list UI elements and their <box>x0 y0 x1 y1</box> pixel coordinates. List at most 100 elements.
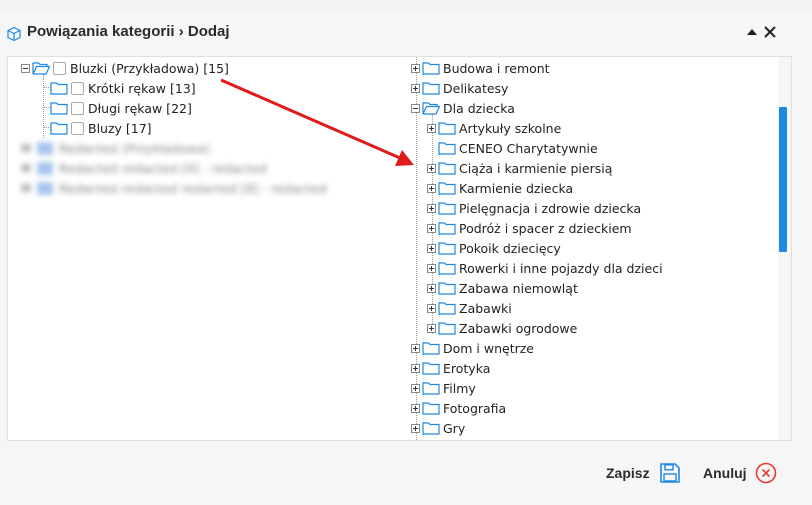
tree-node-label: Karmienie dziecka <box>459 180 574 196</box>
tree-node-child[interactable]: Zabawa niemowląt <box>427 278 578 298</box>
folder-icon <box>50 81 71 95</box>
expand-icon[interactable] <box>427 163 436 173</box>
tree-node-label: Bluzy [17] <box>88 120 152 136</box>
tree-node-label: Dom i wnętrze <box>443 340 534 356</box>
triangle-up-icon[interactable] <box>746 27 758 37</box>
expand-icon[interactable] <box>411 423 420 433</box>
tree-node-child[interactable]: Pielęgnacja i zdrowie dziecka <box>427 198 641 218</box>
tree-node-root[interactable]: Bluzki (Przykładowa) [15] <box>21 58 229 78</box>
tree-node-partial[interactable] <box>411 438 443 440</box>
category-checkbox[interactable] <box>71 81 84 95</box>
save-label: Zapisz <box>606 465 650 481</box>
folder-icon <box>422 421 443 435</box>
folder-icon <box>438 181 459 195</box>
folder-icon <box>438 301 459 315</box>
expand-icon[interactable] <box>411 363 420 373</box>
expand-icon[interactable] <box>427 183 436 193</box>
expand-icon[interactable] <box>427 283 436 293</box>
folder-icon <box>438 161 459 175</box>
tree-node-label: Delikatesy <box>443 80 509 96</box>
folder-icon <box>50 121 71 135</box>
expand-icon[interactable] <box>411 83 420 93</box>
tree-node[interactable]: Dom i wnętrze <box>411 338 534 358</box>
tree-node[interactable]: Filmy <box>411 378 476 398</box>
tree-node[interactable]: Erotyka <box>411 358 490 378</box>
tree-node-label: Artykuły szkolne <box>459 120 562 136</box>
expand-icon[interactable] <box>427 263 436 273</box>
expand-icon[interactable] <box>411 383 420 393</box>
folder-open-icon <box>422 101 443 115</box>
tree-node-label: Zabawki ogrodowe <box>459 320 578 336</box>
folder-icon <box>422 341 443 355</box>
tree-node-child[interactable]: Karmienie dziecka <box>427 178 573 198</box>
tree-node-child[interactable]: Krótki rękaw [13] <box>50 78 196 98</box>
close-icon[interactable] <box>762 24 778 40</box>
redacted-row: Redacted (Przykładowa) [8] <box>21 138 209 158</box>
tree-connector <box>43 74 44 138</box>
tree-node-label: Gry <box>443 420 466 436</box>
tree-node[interactable]: Gry <box>411 418 465 438</box>
tree-node-child[interactable]: Ciąża i karmienie piersią <box>427 158 612 178</box>
folder-icon <box>50 101 71 115</box>
expand-icon[interactable] <box>427 243 436 253</box>
expand-icon[interactable] <box>427 223 436 233</box>
expand-icon[interactable] <box>427 323 436 333</box>
tree-node-child[interactable]: Podróż i spacer z dzieckiem <box>427 218 632 238</box>
expand-icon[interactable] <box>427 123 436 133</box>
collapse-icon[interactable] <box>411 103 420 113</box>
tree-node[interactable]: Delikatesy <box>411 78 508 98</box>
category-checkbox[interactable] <box>71 121 84 135</box>
folder-icon <box>438 221 459 235</box>
tree-node-child[interactable]: Pokoik dziecięcy <box>427 238 561 258</box>
folder-icon <box>422 401 443 415</box>
tree-node-label: Zabawa niemowląt <box>459 280 578 296</box>
redacted-label: Redacted redacted [9] - redacted <box>59 160 268 176</box>
circle-x-icon <box>755 462 776 484</box>
tree-node[interactable]: Budowa i remont <box>411 58 550 78</box>
folder-icon <box>438 201 459 215</box>
folder-icon <box>422 381 443 395</box>
save-button[interactable]: Zapisz <box>606 462 681 484</box>
tree-node-child[interactable]: Zabawki <box>427 298 512 318</box>
expand-icon[interactable] <box>427 303 436 313</box>
tree-node-label: Podróż i spacer z dzieckiem <box>459 220 632 236</box>
expand-icon[interactable] <box>411 403 420 413</box>
expand-icon[interactable] <box>411 63 420 73</box>
folder-open-icon <box>32 61 53 75</box>
cancel-button[interactable]: Anuluj <box>703 462 777 484</box>
tree-node[interactable]: Fotografia <box>411 398 506 418</box>
tree-node-label: Erotyka <box>443 360 491 376</box>
expand-icon[interactable] <box>427 203 436 213</box>
tree-node-child[interactable]: Artykuły szkolne <box>427 118 561 138</box>
category-checkbox[interactable] <box>53 61 66 75</box>
folder-icon <box>422 61 443 75</box>
tree-node-child[interactable]: CENEO Charytatywnie <box>427 138 598 158</box>
scrollbar-thumb[interactable] <box>779 107 787 252</box>
redacted-label: Redacted redacted redacted [8] - redacte… <box>59 180 327 196</box>
folder-icon <box>438 141 459 155</box>
dialog-title: Powiązania kategorii › Dodaj <box>27 23 230 40</box>
tree-node-child[interactable]: Zabawki ogrodowe <box>427 318 577 338</box>
redacted-label: Redacted (Przykładowa) [8] <box>59 140 209 156</box>
tree-node-label: Pokoik dziecięcy <box>459 240 561 256</box>
tree-node-child[interactable]: Długi rękaw [22] <box>50 98 192 118</box>
tree-node-label: Filmy <box>443 380 476 396</box>
folder-icon <box>422 361 443 375</box>
redacted-row: Redacted redacted [9] - redacted <box>21 158 299 178</box>
tree-node-label: Fotografia <box>443 400 507 416</box>
category-checkbox[interactable] <box>71 101 84 115</box>
folder-icon <box>422 81 443 95</box>
tree-node-label: Bluzki (Przykładowa) [15] <box>70 60 229 76</box>
tree-node-label: Rowerki i inne pojazdy dla dzieci <box>459 260 663 276</box>
tree-node-child[interactable]: Rowerki i inne pojazdy dla dzieci <box>427 258 663 278</box>
tree-node-label: CENEO Charytatywnie <box>459 140 598 156</box>
floppy-disk-icon <box>659 463 680 483</box>
tree-node-label: Długi rękaw [22] <box>88 100 192 116</box>
tree-node[interactable]: Dla dziecka <box>411 98 515 118</box>
tree-node-label: Budowa i remont <box>443 60 550 76</box>
collapse-icon[interactable] <box>21 63 30 73</box>
cube-icon <box>7 26 21 42</box>
tree-node-label: Zabawki <box>459 300 512 316</box>
tree-node-child[interactable]: Bluzy [17] <box>50 118 152 138</box>
expand-icon[interactable] <box>411 343 420 353</box>
